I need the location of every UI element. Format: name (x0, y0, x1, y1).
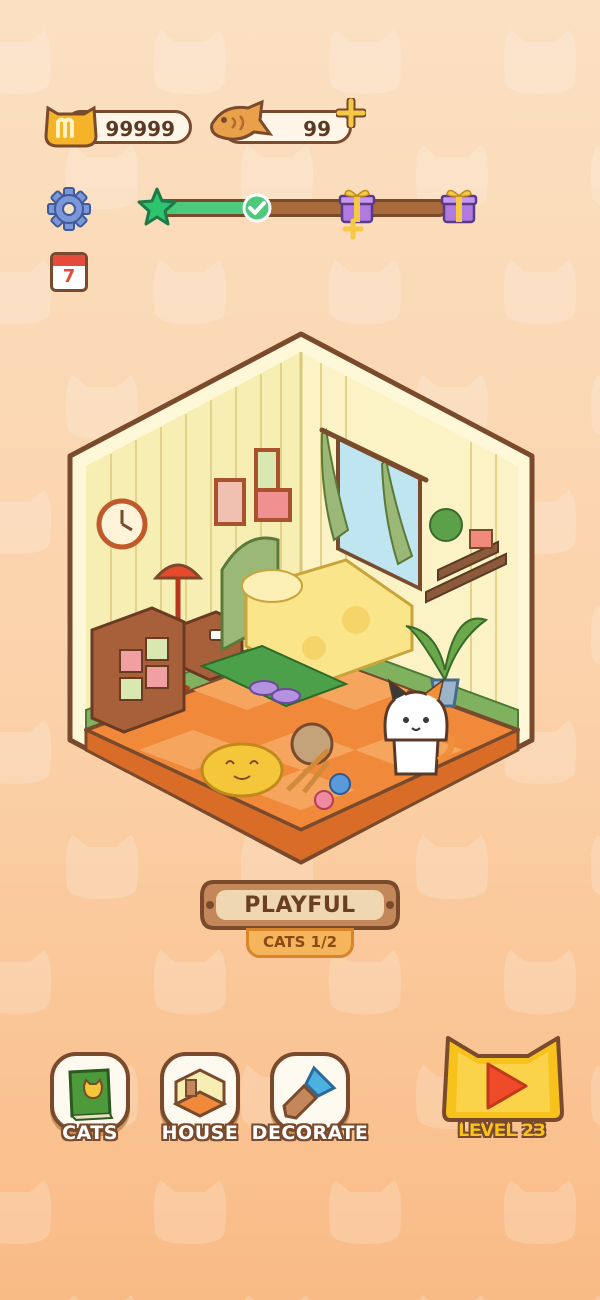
calendar-header (53, 255, 85, 266)
cat-room[interactable] (66, 330, 536, 870)
house-icon (172, 1068, 228, 1118)
paintbrush-icon (282, 1065, 337, 1120)
bg-cat-shape (0, 30, 52, 94)
coins-value: 99999 (105, 117, 175, 141)
cats-button[interactable] (50, 1052, 130, 1132)
star-icon (137, 187, 177, 226)
cat-coin-icon (44, 105, 98, 148)
book-icon (68, 1068, 114, 1122)
bg-cat-shape (328, 1180, 402, 1244)
bg-cat-shape (590, 145, 600, 206)
bg-cat-shape (328, 950, 402, 1014)
bg-cat-shape (503, 1180, 577, 1244)
bg-cat-shape (590, 605, 600, 666)
fish-value: 99 (303, 117, 331, 141)
bg-cat-shape (153, 30, 227, 94)
bg-cat-shape (503, 950, 577, 1014)
bg-cat-shape (419, 1295, 485, 1300)
bg-cat-shape (0, 490, 52, 554)
bg-cat-shape (244, 1295, 310, 1300)
decorate-button[interactable] (270, 1052, 350, 1132)
settings-button[interactable] (46, 186, 92, 232)
level-play-button[interactable] (442, 1026, 564, 1130)
calendar-day: 7 (62, 266, 76, 287)
bg-cat-shape (0, 720, 52, 784)
mood-label: PLAYFUL (244, 893, 356, 918)
cats-count-label: CATS 1/2 (262, 933, 338, 951)
bg-cat-shape (153, 1180, 227, 1244)
bg-cat-shape (594, 1295, 600, 1300)
cats-nav-label: CATS (62, 1122, 118, 1144)
bg-cat-shape (503, 260, 577, 324)
bg-cat-shape (503, 30, 577, 94)
bg-cat-shape (0, 260, 52, 324)
decorate-nav-label: DECORATE (251, 1122, 369, 1144)
house-button[interactable] (160, 1052, 240, 1132)
calendar-button[interactable]: 7 (50, 252, 88, 292)
house-nav-label: HOUSE (161, 1122, 239, 1144)
bg-cat-shape (153, 260, 227, 324)
bg-cat-shape (328, 260, 402, 324)
progress-track (152, 199, 448, 217)
gift-icon[interactable] (440, 186, 478, 226)
reward-plus-icon (342, 218, 364, 240)
bg-cat-shape (153, 950, 227, 1014)
bg-cat-shape (590, 375, 600, 436)
check-icon (242, 193, 272, 223)
bg-cat-shape (0, 1180, 52, 1244)
bg-cat-shape (590, 835, 600, 896)
level-label: LEVEL 23 (458, 1121, 546, 1141)
bg-cat-shape (0, 950, 52, 1014)
bg-cat-shape (328, 30, 402, 94)
bg-cat-shape (590, 1065, 600, 1126)
add-fish-button[interactable] (336, 98, 366, 128)
bg-cat-shape (69, 1295, 135, 1300)
taiyaki-fish-icon (210, 99, 274, 141)
